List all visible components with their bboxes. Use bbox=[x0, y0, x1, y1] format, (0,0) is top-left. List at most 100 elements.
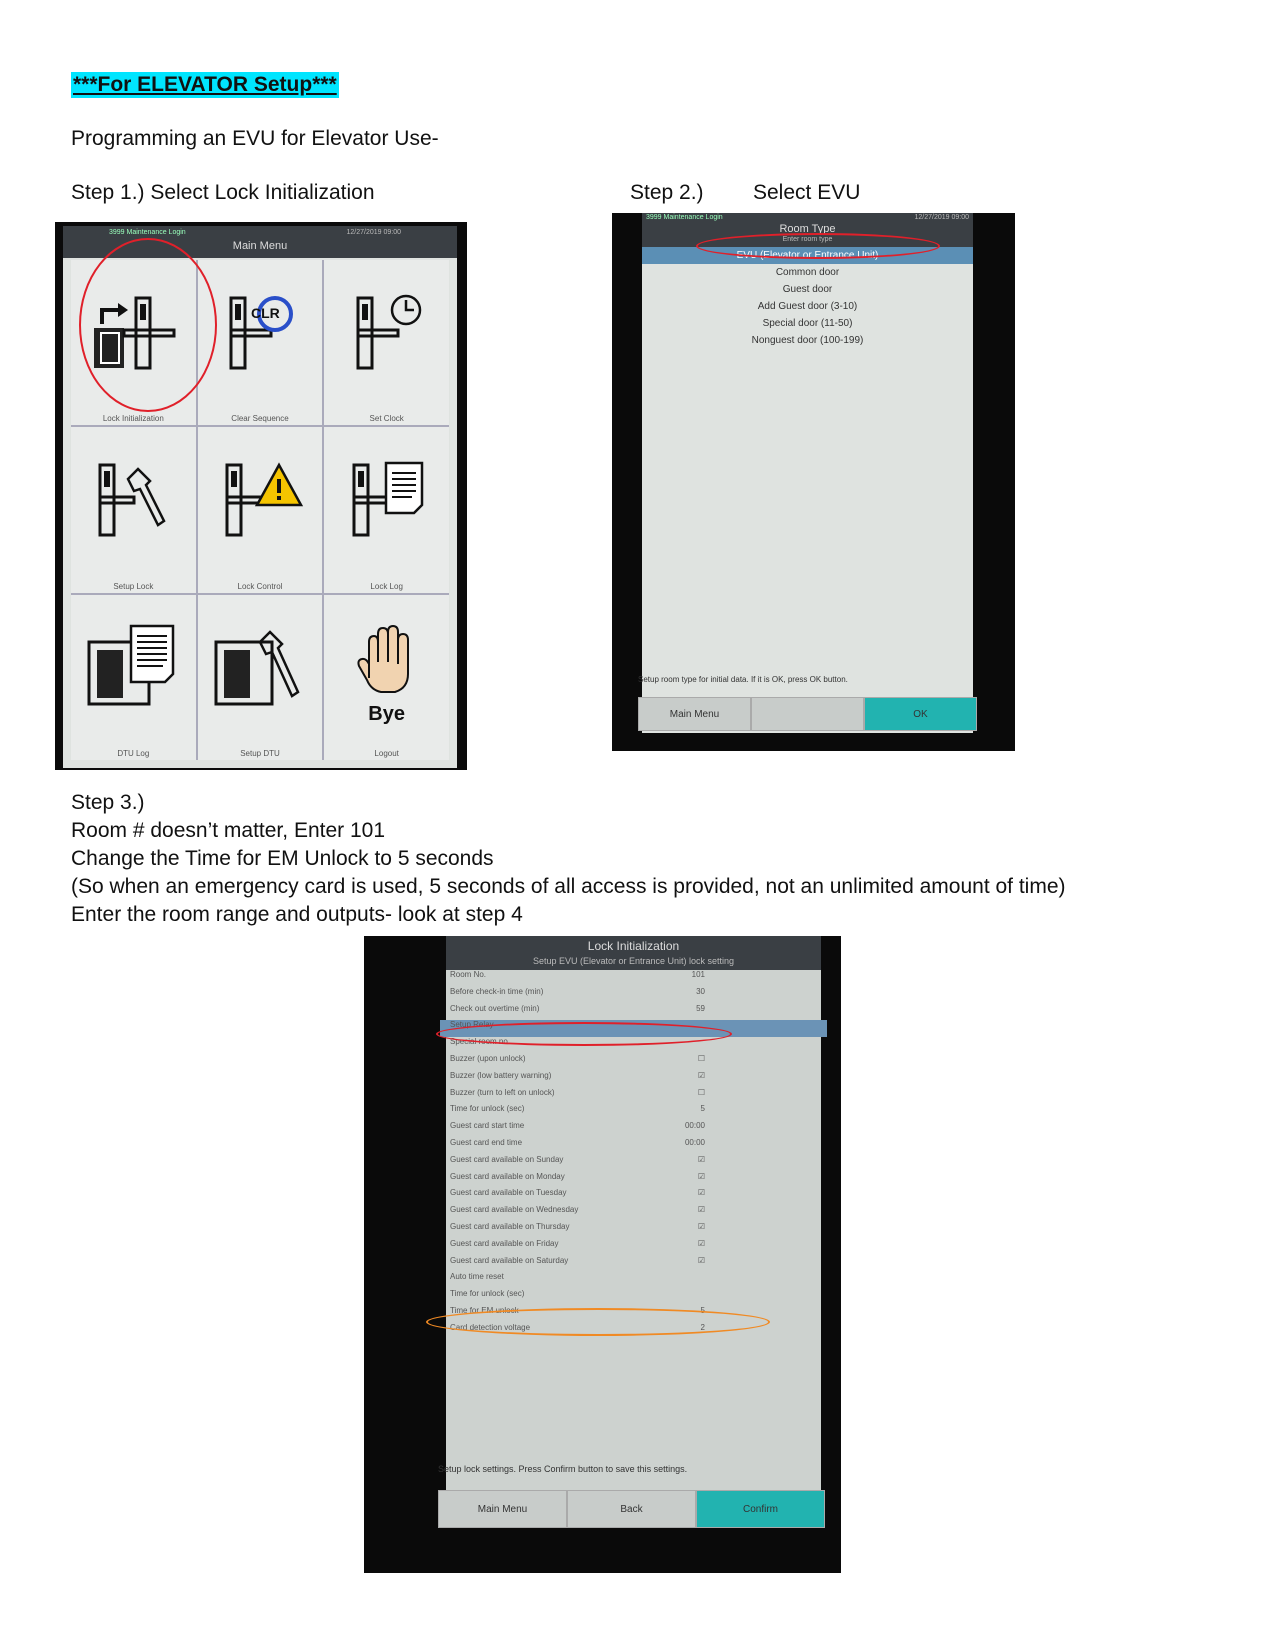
setting-value: ☐ bbox=[697, 1053, 705, 1063]
document-icon bbox=[352, 461, 423, 537]
tile-lock-log[interactable]: Lock Log bbox=[324, 427, 449, 593]
setting-label: Room No. bbox=[450, 970, 487, 979]
setting-row[interactable]: Buzzer (low battery warning) ☑ bbox=[440, 1071, 827, 1088]
clock-icon bbox=[356, 294, 421, 370]
setting-row[interactable]: Time for unlock (sec) 5 bbox=[440, 1104, 827, 1121]
setting-row[interactable]: Buzzer (turn to left on unlock) ☐ bbox=[440, 1088, 827, 1105]
lock-init-buttons: Main Menu Back Confirm bbox=[438, 1490, 825, 1528]
setting-value: ☑ bbox=[697, 1221, 705, 1231]
option-common-door[interactable]: Common door bbox=[642, 264, 973, 281]
setting-label: Time for unlock (sec) bbox=[450, 1289, 525, 1299]
tile-clear-sequence[interactable]: CLR Clear Sequence bbox=[197, 260, 323, 426]
setting-row[interactable]: Guest card available on Thursday ☑ bbox=[440, 1222, 827, 1239]
tile-dtu-log[interactable]: DTU Log bbox=[71, 594, 196, 760]
main-menu-button[interactable]: Main Menu bbox=[638, 697, 751, 731]
setting-row[interactable]: Guest card start time 00:00 bbox=[440, 1121, 827, 1138]
tile-lock-control[interactable]: Lock Control bbox=[197, 427, 323, 593]
setting-label: Buzzer (turn to left on unlock) bbox=[450, 1087, 555, 1097]
back-button[interactable]: Back bbox=[567, 1490, 696, 1528]
tile-set-clock[interactable]: Set Clock bbox=[324, 260, 449, 426]
annotation-circle-setup-relay bbox=[436, 1022, 732, 1046]
setting-value: 00:00 bbox=[684, 1137, 705, 1147]
option-add-guest-door[interactable]: Add Guest door (3-10) bbox=[642, 298, 973, 315]
setting-value: ☑ bbox=[697, 1154, 705, 1164]
tile-setup-lock[interactable]: Setup Lock bbox=[71, 427, 196, 593]
setting-row[interactable]: Room No. 101 bbox=[440, 970, 827, 987]
confirm-button[interactable]: Confirm bbox=[696, 1490, 825, 1528]
setting-label: Auto time reset bbox=[450, 1272, 504, 1282]
setting-label: Guest card available on Tuesday bbox=[450, 1188, 567, 1198]
setting-label: Buzzer (upon unlock) bbox=[450, 1053, 526, 1063]
setting-label: Check out overtime (min) bbox=[450, 1003, 540, 1013]
setting-row[interactable]: Guest card available on Saturday ☑ bbox=[440, 1256, 827, 1273]
setting-row[interactable]: Guest card available on Monday ☑ bbox=[440, 1172, 827, 1189]
tile-logout[interactable]: Bye Logout bbox=[324, 594, 449, 760]
setting-label: Guest card available on Friday bbox=[450, 1238, 559, 1248]
setting-label: Guest card available on Saturday bbox=[450, 1255, 569, 1265]
setting-label: Guest card end time bbox=[450, 1137, 523, 1147]
dtu-log-icon bbox=[87, 625, 175, 706]
step3-line: (So when an emergency card is used, 5 se… bbox=[71, 875, 1066, 898]
status-login: 3999 Maintenance Login bbox=[109, 229, 186, 236]
annotation-circle-em-unlock bbox=[426, 1308, 770, 1336]
tile-label: Clear Sequence bbox=[231, 414, 289, 424]
main-menu-button[interactable]: Main Menu bbox=[438, 1490, 567, 1528]
bye-text: Bye bbox=[368, 702, 405, 725]
setting-row[interactable]: Guest card available on Tuesday ☑ bbox=[440, 1188, 827, 1205]
main-menu-photo: 3999 Maintenance Login 12/27/2019 09:00 … bbox=[55, 222, 467, 770]
setting-row[interactable]: Guest card available on Wednesday ☑ bbox=[440, 1205, 827, 1222]
room-type-photo: 3999 Maintenance Login 12/27/2019 09:00 … bbox=[612, 213, 1015, 751]
tile-label: Setup DTU bbox=[240, 748, 280, 758]
setting-value: ☑ bbox=[697, 1171, 705, 1181]
tile-label: Lock Control bbox=[237, 581, 283, 591]
tile-label: Logout bbox=[374, 748, 399, 758]
option-nonguest-door[interactable]: Nonguest door (100-199) bbox=[642, 332, 973, 349]
option-guest-door[interactable]: Guest door bbox=[642, 281, 973, 298]
setting-value: ☐ bbox=[697, 1087, 705, 1097]
setting-row[interactable]: Guest card available on Sunday ☑ bbox=[440, 1155, 827, 1172]
setting-value: 101 bbox=[691, 970, 705, 979]
setting-value: 00:00 bbox=[684, 1121, 705, 1131]
lock-init-topbar: Lock Initialization Setup EVU (Elevator … bbox=[446, 936, 821, 970]
tile-label: Setup Lock bbox=[113, 581, 154, 591]
setting-row[interactable]: Buzzer (upon unlock) ☐ bbox=[440, 1054, 827, 1071]
setting-row[interactable]: Check out overtime (min) 59 bbox=[440, 1004, 827, 1021]
setting-label: Guest card available on Thursday bbox=[450, 1221, 570, 1231]
hand-icon bbox=[357, 625, 409, 694]
setting-row[interactable]: Before check-in time (min) 30 bbox=[440, 987, 827, 1004]
wrench-icon bbox=[98, 463, 166, 537]
step1-label: Step 1.) Select Lock Initialization bbox=[71, 181, 375, 204]
step3-line: Change the Time for EM Unlock to 5 secon… bbox=[71, 847, 494, 870]
doc-title: ***For ELEVATOR Setup*** bbox=[71, 72, 339, 98]
step2-label: Step 2.) bbox=[630, 181, 704, 204]
lock-init-photo: Lock Initialization Setup EVU (Elevator … bbox=[364, 936, 841, 1573]
step3-text: Step 3.) Room # doesn’t matter, Enter 10… bbox=[71, 790, 1066, 928]
setting-row[interactable]: Time for unlock (sec) bbox=[440, 1289, 827, 1306]
doc-subtitle: Programming an EVU for Elevator Use- bbox=[71, 127, 439, 150]
option-special-door[interactable]: Special door (11-50) bbox=[642, 315, 973, 332]
ok-button[interactable]: OK bbox=[864, 697, 977, 731]
room-type-list: EVU (Elevator or Entrance Unit) Common d… bbox=[642, 247, 973, 349]
setting-row[interactable]: Guest card available on Friday ☑ bbox=[440, 1239, 827, 1256]
setting-label: Buzzer (low battery warning) bbox=[450, 1070, 552, 1080]
step2-text: Select EVU bbox=[753, 181, 861, 204]
lock-init-help: Setup lock settings. Press Confirm butto… bbox=[438, 1464, 688, 1474]
room-type-help: Setup room type for initial data. If it … bbox=[638, 675, 848, 684]
setting-value: ☑ bbox=[697, 1255, 705, 1265]
setting-label: Guest card available on Monday bbox=[450, 1171, 565, 1181]
status-datetime: 12/27/2019 09:00 bbox=[914, 214, 970, 221]
tile-setup-dtu[interactable]: Setup DTU bbox=[197, 594, 323, 760]
step3-line: Room # doesn’t matter, Enter 101 bbox=[71, 819, 386, 842]
status-login: 3999 Maintenance Login bbox=[646, 214, 723, 221]
status-datetime: 12/27/2019 09:00 bbox=[346, 229, 402, 236]
annotation-circle-lock-init bbox=[79, 238, 217, 412]
setting-row[interactable]: Auto time reset bbox=[440, 1272, 827, 1289]
tile-label: Set Clock bbox=[369, 414, 404, 424]
setting-label: Before check-in time (min) bbox=[450, 986, 544, 996]
setting-value: ☑ bbox=[697, 1238, 705, 1248]
warning-icon bbox=[225, 462, 304, 537]
setting-value: ☑ bbox=[697, 1205, 705, 1215]
setting-row[interactable]: Guest card end time 00:00 bbox=[440, 1138, 827, 1155]
annotation-circle-evu bbox=[696, 233, 940, 259]
setting-label: Guest card available on Sunday bbox=[450, 1154, 564, 1164]
